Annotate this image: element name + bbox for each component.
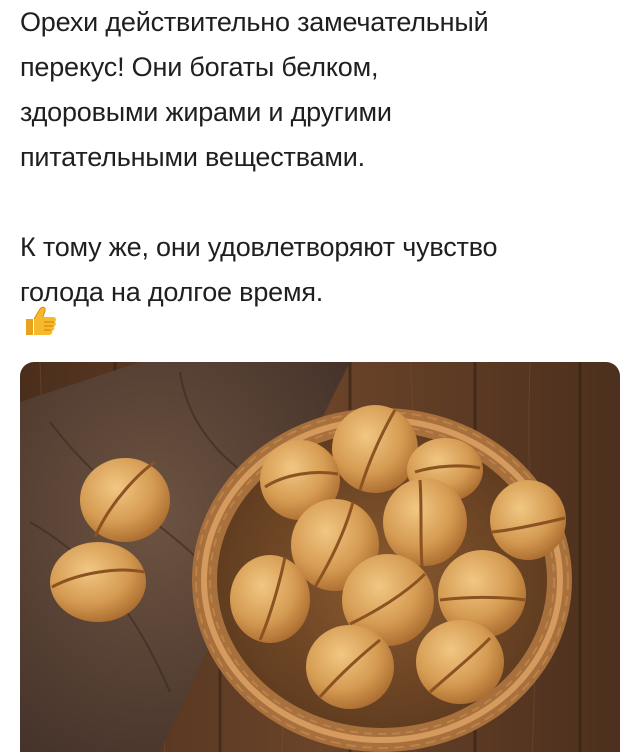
cookie-loose-2 [50,542,146,622]
post-paragraph-2: К тому же, они удовлетворяют чувство гол… [20,225,620,315]
text-line: К тому же, они удовлетворяют чувство [20,232,498,262]
post-text: Орехи действительно замечательный переку… [20,0,620,315]
post-paragraph-1: Орехи действительно замечательный переку… [20,0,620,180]
cookie-loose-1 [80,458,170,542]
thumbs-up-icon [22,305,58,337]
text-line: перекус! Они богаты белком, [20,52,379,82]
text-line: Орехи действительно замечательный [20,7,489,37]
post-card: Орехи действительно замечательный переку… [0,0,640,752]
text-line: здоровыми жирами и другими [20,97,392,127]
text-line: голода на долгое время. [20,277,324,307]
post-photo[interactable] [20,362,620,752]
text-line: питательными веществами. [20,142,365,172]
